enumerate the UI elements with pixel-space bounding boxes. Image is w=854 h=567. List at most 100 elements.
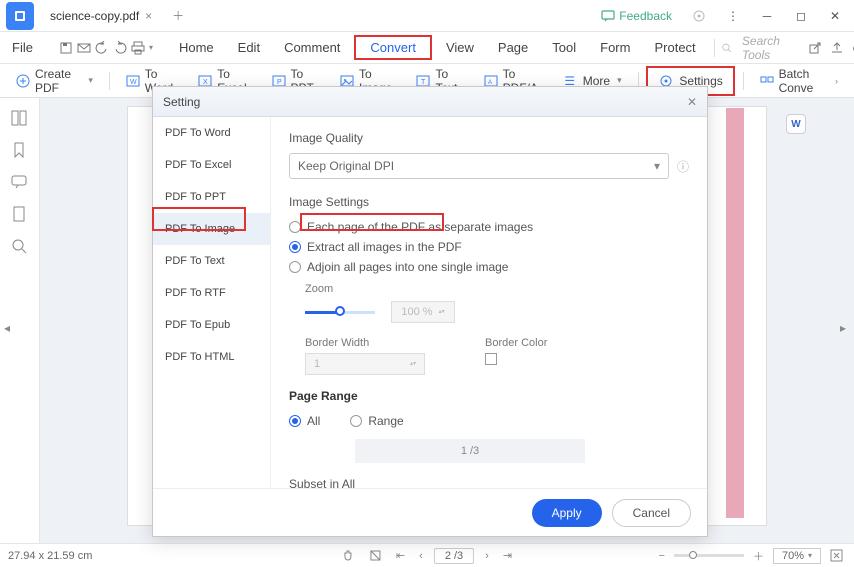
dialog-titlebar: Setting ✕ [153, 87, 707, 117]
cloud-icon[interactable] [849, 37, 854, 59]
hand-tool-icon[interactable] [339, 549, 358, 562]
create-pdf-button[interactable]: Create PDF▾ [8, 63, 101, 99]
menu-edit[interactable]: Edit [228, 36, 270, 59]
window-minimize-icon[interactable]: ─ [754, 3, 780, 29]
subset-label: Subset in All [289, 477, 689, 488]
zoom-out-icon[interactable]: − [656, 550, 668, 562]
close-tab-icon[interactable]: × [145, 9, 152, 23]
fit-page-icon[interactable] [827, 549, 846, 562]
select-tool-icon[interactable] [366, 549, 385, 562]
side-pdf-to-text[interactable]: PDF To Text [153, 245, 270, 277]
side-pdf-to-image[interactable]: PDF To Image [153, 213, 270, 245]
menu-comment[interactable]: Comment [274, 36, 350, 59]
upload-icon[interactable] [828, 37, 845, 59]
window-maximize-icon[interactable]: ◻ [788, 3, 814, 29]
file-menu[interactable]: File [8, 36, 43, 59]
menu-convert[interactable]: Convert [354, 35, 432, 60]
svg-text:W: W [130, 79, 137, 86]
save-icon[interactable] [59, 37, 73, 59]
range-all-option[interactable]: All [289, 411, 320, 431]
feedback-button[interactable]: Feedback [595, 7, 678, 25]
next-page-icon[interactable]: › [482, 550, 492, 562]
option-extract-all[interactable]: Extract all images in the PDF [289, 237, 689, 257]
side-pdf-to-excel[interactable]: PDF To Excel [153, 149, 270, 181]
statusbar: 27.94 x 21.59 cm ⇤ ‹ 2 /3 › ⇥ − ＋ 70%▾ [0, 543, 854, 567]
info-icon[interactable]: ⓘ [677, 158, 689, 175]
bookmark-icon[interactable] [11, 142, 29, 160]
side-pdf-to-epub[interactable]: PDF To Epub [153, 309, 270, 341]
thumbnails-icon[interactable] [11, 110, 29, 128]
comment-panel-icon[interactable] [11, 174, 29, 192]
page-number-input[interactable]: 2 /3 [434, 548, 474, 564]
dialog-main: Image Quality Keep Original DPI ▾ ⓘ Imag… [271, 117, 707, 488]
tab-title: science-copy.pdf [50, 9, 139, 23]
app-logo [6, 2, 34, 30]
side-pdf-to-ppt[interactable]: PDF To PPT [153, 181, 270, 213]
zoom-slider[interactable] [674, 554, 744, 557]
menu-view[interactable]: View [436, 36, 484, 59]
dialog-footer: Apply Cancel [153, 488, 707, 536]
titlebar: science-copy.pdf × ＋ Feedback ⋮ ─ ◻ ✕ [0, 0, 854, 32]
last-page-icon[interactable]: ⇥ [500, 549, 515, 562]
radio-icon [289, 261, 301, 273]
dialog-sidebar: PDF To Word PDF To Excel PDF To PPT PDF … [153, 117, 271, 488]
menu-protect[interactable]: Protect [644, 36, 705, 59]
prev-page-icon[interactable]: ‹ [416, 550, 426, 562]
menubar: File ▾ Home Edit Comment Convert View Pa… [0, 32, 854, 64]
print-dropdown-icon[interactable]: ▾ [149, 37, 153, 59]
settings-gear-icon[interactable] [686, 3, 712, 29]
batch-convert-button[interactable]: Batch Conve› [752, 63, 846, 99]
attachment-icon[interactable] [11, 206, 29, 224]
menu-tool[interactable]: Tool [542, 36, 586, 59]
window-close-icon[interactable]: ✕ [822, 3, 848, 29]
settings-dialog: Setting ✕ PDF To Word PDF To Excel PDF T… [152, 86, 708, 537]
zoom-slider-dialog[interactable] [305, 311, 375, 314]
range-range-option[interactable]: Range [350, 411, 403, 431]
feedback-icon [601, 9, 615, 23]
zoom-in-icon[interactable]: ＋ [750, 548, 767, 564]
mail-icon[interactable] [77, 37, 91, 59]
border-width-label: Border Width [305, 337, 425, 349]
zoom-value-box[interactable]: 100 %▴▾ [391, 301, 455, 323]
border-color-swatch[interactable] [485, 353, 497, 365]
menu-home[interactable]: Home [169, 36, 224, 59]
zoom-value-input[interactable]: 70%▾ [773, 548, 821, 564]
menu-form[interactable]: Form [590, 36, 640, 59]
document-tab[interactable]: science-copy.pdf × [40, 2, 162, 30]
print-icon[interactable] [131, 37, 145, 59]
svg-text:X: X [203, 79, 208, 86]
cancel-button[interactable]: Cancel [612, 499, 691, 527]
radio-checked-icon [289, 241, 301, 253]
menu-page[interactable]: Page [488, 36, 538, 59]
search-tools-input[interactable]: Search Tools [736, 34, 803, 62]
zoom-label: Zoom [305, 283, 689, 295]
dialog-close-icon[interactable]: ✕ [687, 95, 697, 109]
share-icon[interactable] [807, 37, 824, 59]
side-pdf-to-rtf[interactable]: PDF To RTF [153, 277, 270, 309]
word-badge-icon[interactable]: W [786, 114, 806, 134]
range-display: 1 /3 [355, 439, 585, 463]
image-quality-select[interactable]: Keep Original DPI ▾ [289, 153, 669, 179]
side-pdf-to-html[interactable]: PDF To HTML [153, 341, 270, 373]
image-quality-label: Image Quality [289, 131, 689, 145]
word-icon: W [126, 73, 140, 89]
search-panel-icon[interactable] [11, 238, 29, 256]
first-page-icon[interactable]: ⇤ [393, 549, 408, 562]
page-range-label: Page Range [289, 389, 689, 403]
undo-icon[interactable] [95, 37, 109, 59]
side-pdf-to-word[interactable]: PDF To Word [153, 117, 270, 149]
scroll-right-icon[interactable]: ▸ [840, 321, 850, 339]
border-width-input[interactable]: 1▴▾ [305, 353, 425, 375]
scroll-left-icon[interactable]: ◂ [4, 321, 14, 339]
option-separate-images[interactable]: Each page of the PDF as separate images [289, 217, 689, 237]
dialog-title: Setting [163, 95, 200, 109]
apply-button[interactable]: Apply [532, 499, 602, 527]
redo-icon[interactable] [113, 37, 127, 59]
menu-dots-icon[interactable]: ⋮ [720, 3, 746, 29]
add-tab-icon[interactable]: ＋ [172, 7, 184, 24]
radio-checked-icon [289, 415, 301, 427]
radio-icon [350, 415, 362, 427]
option-adjoin-pages[interactable]: Adjoin all pages into one single image [289, 257, 689, 277]
page-decoration [726, 108, 744, 518]
plus-icon [16, 73, 30, 89]
